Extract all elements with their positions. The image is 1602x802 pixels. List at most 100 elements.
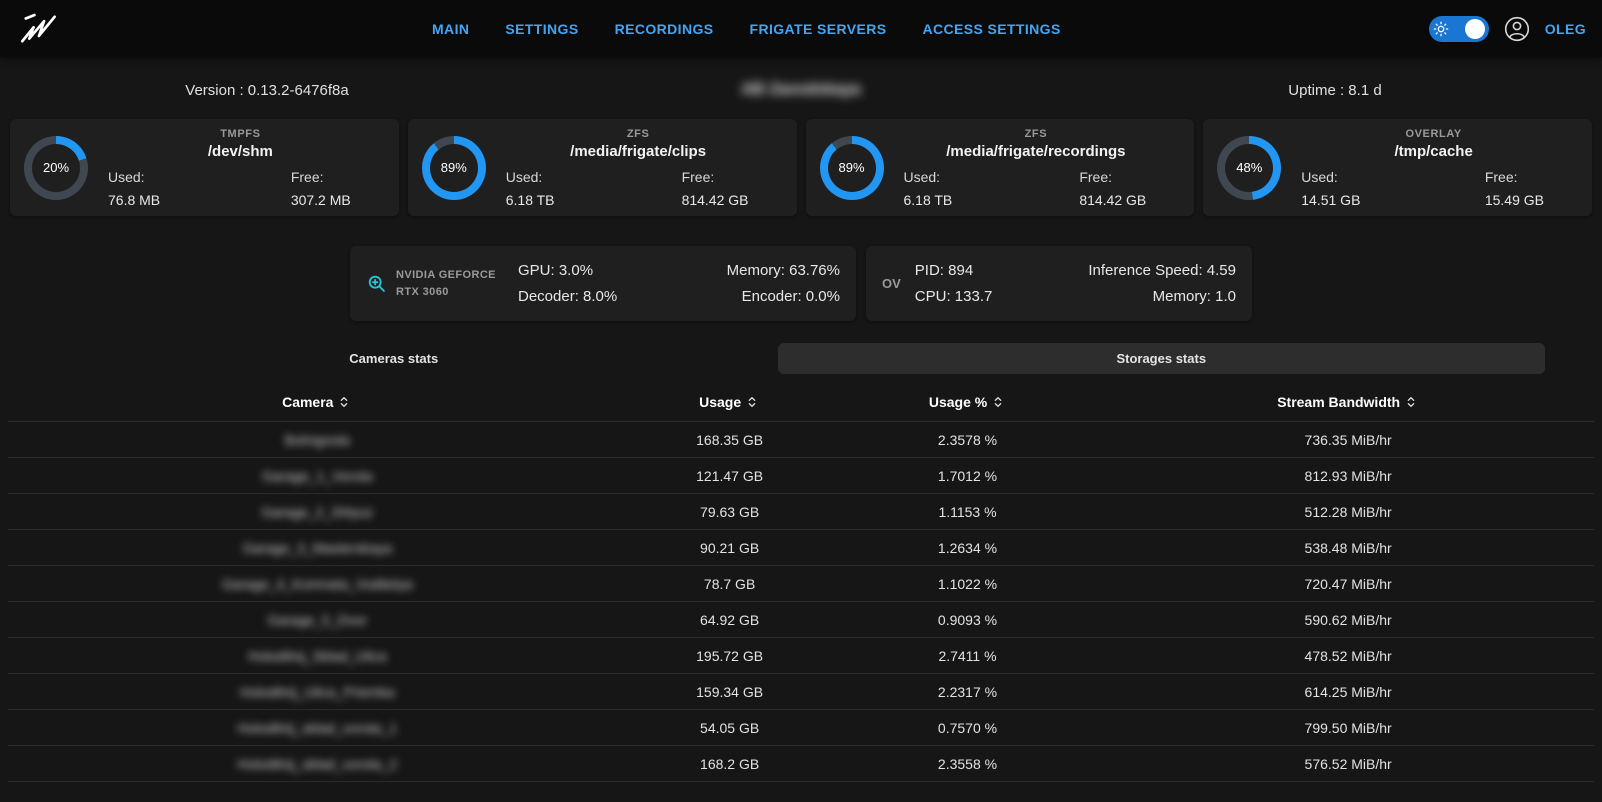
sun-icon	[1433, 21, 1449, 37]
usage-percent-cell: 1.7012 %	[833, 468, 1103, 484]
camera-name-cell: Holodilnij_Ulica_Priemka	[8, 684, 627, 700]
column-header-label: Usage	[699, 394, 741, 410]
used-value: 76.8 MB	[108, 192, 160, 208]
storage-card: 48% OVERLAY /tmp/cache Used: 14.51 GB Fr…	[1203, 119, 1592, 216]
donut-percent-label: 20%	[32, 144, 80, 192]
usage-donut-chart: 89%	[820, 136, 884, 200]
used-label: Used:	[506, 169, 555, 185]
used-label: Used:	[904, 169, 953, 185]
used-value: 14.51 GB	[1301, 192, 1360, 208]
storage-type: ZFS	[494, 128, 783, 140]
usage-percent-cell: 0.7570 %	[833, 720, 1103, 736]
gpu-usage: GPU: 3.0%	[518, 262, 668, 279]
tab-label: Storages stats	[1116, 351, 1206, 366]
column-header[interactable]: Stream Bandwidth	[1277, 394, 1419, 410]
usage-cell: 79.63 GB	[627, 504, 833, 520]
theme-toggle[interactable]	[1429, 16, 1489, 42]
bandwidth-cell: 512.28 MiB/hr	[1102, 504, 1594, 520]
used-label: Used:	[1301, 169, 1360, 185]
camera-name-cell: Garage_3_Masterskaya	[8, 540, 627, 556]
server-name: AB Zavodskaya	[534, 81, 1068, 99]
user-avatar-icon[interactable]	[1503, 15, 1531, 43]
used-value: 6.18 TB	[904, 192, 953, 208]
table-row: Holodilnij_sklad_vorota_1 54.05 GB 0.757…	[8, 710, 1594, 746]
gpu-magnifier-icon	[366, 273, 388, 295]
stats-tab[interactable]: Cameras stats	[10, 343, 778, 374]
bandwidth-cell: 576.52 MiB/hr	[1102, 756, 1594, 772]
tab-label: Cameras stats	[349, 351, 438, 366]
usage-percent-cell: 2.7411 %	[833, 648, 1103, 664]
toggle-knob	[1465, 19, 1485, 39]
gpu-decoder: Decoder: 8.0%	[518, 288, 668, 305]
free-value: 814.42 GB	[1079, 192, 1146, 208]
used-label: Used:	[108, 169, 160, 185]
nav-item[interactable]: ACCESS SETTINGS	[922, 21, 1060, 37]
column-header-label: Usage %	[929, 394, 987, 410]
free-value: 307.2 MB	[291, 192, 351, 208]
usage-cell: 168.35 GB	[627, 432, 833, 448]
table-header-row: Camera Usage	[8, 384, 1594, 422]
column-header[interactable]: Camera	[282, 394, 352, 410]
usage-percent-cell: 2.3578 %	[833, 432, 1103, 448]
usage-percent-cell: 2.3558 %	[833, 756, 1103, 772]
camera-name-cell: Holodilnij_Sklad_Ulica	[8, 648, 627, 664]
free-value: 15.49 GB	[1485, 192, 1544, 208]
usage-cell: 159.34 GB	[627, 684, 833, 700]
storage-path: /dev/shm	[96, 143, 385, 160]
uptime-text: Uptime : 8.1 d	[1068, 82, 1602, 99]
donut-percent-label: 89%	[828, 144, 876, 192]
nav-item[interactable]: RECORDINGS	[615, 21, 714, 37]
bandwidth-cell: 478.52 MiB/hr	[1102, 648, 1594, 664]
storage-cards: 20% TMPFS /dev/shm Used: 76.8 MB Free: 3…	[10, 119, 1592, 216]
version-text: Version : 0.13.2-6476f8a	[0, 82, 534, 99]
gpu-name-line1: NVIDIA GEFORCE	[396, 267, 496, 284]
nav-item[interactable]: MAIN	[432, 21, 469, 37]
nav-menu: MAIN SETTINGS RECORDINGS FRIGATE SERVERS…	[64, 21, 1429, 37]
usage-cell: 90.21 GB	[627, 540, 833, 556]
storage-card: 20% TMPFS /dev/shm Used: 76.8 MB Free: 3…	[10, 119, 399, 216]
table-row: Holodilnij_Sklad_Ulica 195.72 GB 2.7411 …	[8, 638, 1594, 674]
username[interactable]: OLEG	[1545, 21, 1586, 37]
used-value: 6.18 TB	[506, 192, 555, 208]
column-header[interactable]: Usage	[699, 394, 760, 410]
stats-tabs: Cameras stats Storages stats	[10, 343, 1545, 374]
gpu-encoder: Encoder: 0.0%	[668, 288, 840, 305]
nav-item[interactable]: SETTINGS	[505, 21, 578, 37]
bandwidth-cell: 720.47 MiB/hr	[1102, 576, 1594, 592]
storage-path: /media/frigate/recordings	[892, 143, 1181, 160]
free-label: Free:	[682, 169, 749, 185]
column-header[interactable]: Usage %	[929, 394, 1006, 410]
storage-type: ZFS	[892, 128, 1181, 140]
gpu-memory: Memory: 63.76%	[668, 262, 840, 279]
free-label: Free:	[291, 169, 351, 185]
sort-icon	[336, 394, 352, 410]
bandwidth-cell: 799.50 MiB/hr	[1102, 720, 1594, 736]
camera-name-cell: Holodilnij_sklad_vorota_1	[8, 720, 627, 736]
usage-percent-cell: 1.1153 %	[833, 504, 1103, 520]
camera-name-cell: Holodilnij_sklad_vorota_2	[8, 756, 627, 772]
usage-percent-cell: 2.2317 %	[833, 684, 1103, 700]
stats-tab[interactable]: Storages stats	[778, 343, 1546, 374]
storage-path: /tmp/cache	[1289, 143, 1578, 160]
usage-cell: 64.92 GB	[627, 612, 833, 628]
detector-memory: Memory: 1.0	[1006, 288, 1236, 305]
table-row: Holodilnij_Ulica_Priemka 159.34 GB 2.231…	[8, 674, 1594, 710]
usage-percent-cell: 0.9093 %	[833, 612, 1103, 628]
bandwidth-cell: 812.93 MiB/hr	[1102, 468, 1594, 484]
column-header-label: Camera	[282, 394, 333, 410]
camera-name-cell: Garage_2_Shlyuz	[8, 504, 627, 520]
detector-cpu: CPU: 133.7	[915, 288, 993, 305]
table-row: Garage_1_Vorota 121.47 GB 1.7012 % 812.9…	[8, 458, 1594, 494]
nav-item[interactable]: FRIGATE SERVERS	[750, 21, 887, 37]
bandwidth-cell: 736.35 MiB/hr	[1102, 432, 1594, 448]
table-row: Garage_5_Dvor 64.92 GB 0.9093 % 590.62 M…	[8, 602, 1594, 638]
donut-percent-label: 48%	[1225, 144, 1273, 192]
free-label: Free:	[1079, 169, 1146, 185]
gpu-cards: NVIDIA GEFORCE RTX 3060 GPU: 3.0% Decode…	[0, 246, 1602, 321]
usage-donut-chart: 89%	[422, 136, 486, 200]
table-row: Garage_3_Masterskaya 90.21 GB 1.2634 % 5…	[8, 530, 1594, 566]
frigate-logo-icon	[16, 7, 64, 51]
table-row: Bolnignola 168.35 GB 2.3578 % 736.35 MiB…	[8, 422, 1594, 458]
sort-icon	[1403, 394, 1419, 410]
storage-card: 89% ZFS /media/frigate/clips Used: 6.18 …	[408, 119, 797, 216]
